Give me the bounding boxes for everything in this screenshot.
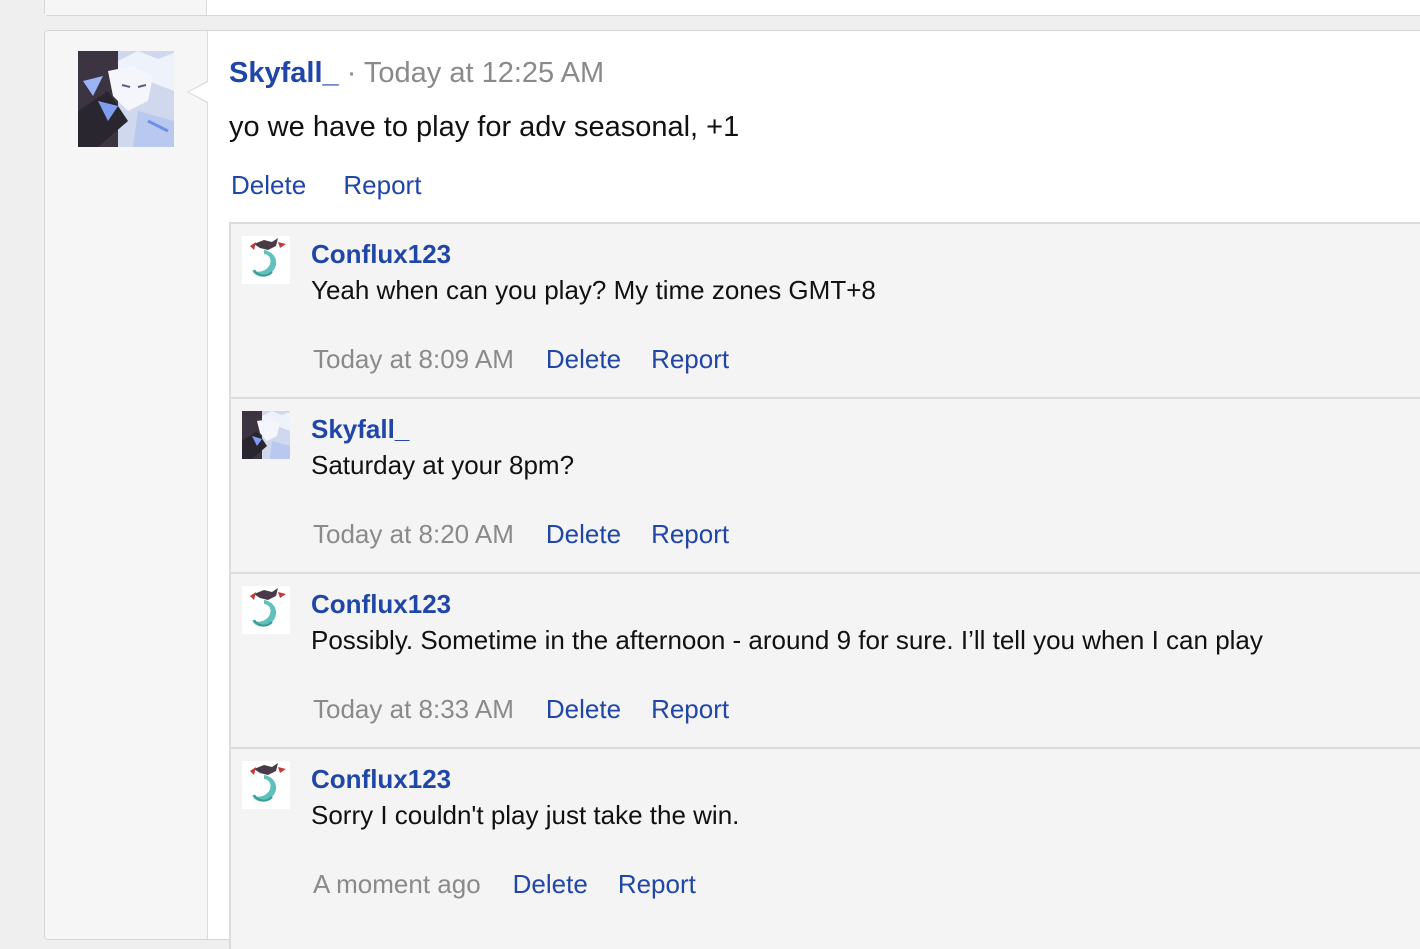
comment-item: Conflux123 Yeah when can you play? My ti… [231,224,1420,399]
comment-delete-link[interactable]: Delete [513,869,588,899]
previous-post-card [44,0,1420,16]
comment-report-link[interactable]: Report [651,519,729,549]
comment-item: Conflux123 Possibly. Sometime in the aft… [231,574,1420,749]
comment-meta: Today at 8:33 AM Delete Report [313,693,729,725]
comment-report-link[interactable]: Report [618,869,696,899]
comment-meta: Today at 8:09 AM Delete Report [313,343,729,375]
comment-author-link[interactable]: Conflux123 [311,588,451,620]
comment-delete-link[interactable]: Delete [546,344,621,374]
mermaid-avatar-icon[interactable] [242,586,290,634]
speech-arrow-fill [189,82,208,102]
comment-timestamp[interactable]: Today at 8:09 AM [313,344,514,374]
anime-avatar-icon[interactable] [242,411,290,459]
header-separator: · [346,57,357,89]
comment-item: Conflux123 Sorry I couldn't play just ta… [231,749,1420,949]
comment-delete-link[interactable]: Delete [546,519,621,549]
post-actions: Delete Report [231,169,421,201]
comment-report-link[interactable]: Report [651,694,729,724]
post-delete-link[interactable]: Delete [231,170,306,200]
comment-meta: Today at 8:20 AM Delete Report [313,518,729,550]
mermaid-avatar-icon[interactable] [242,236,290,284]
comment-author-link[interactable]: Conflux123 [311,763,451,795]
mermaid-avatar-icon[interactable] [242,761,290,809]
profile-post: Skyfall_ · Today at 12:25 AM yo we have … [44,30,1420,949]
comment-delete-link[interactable]: Delete [546,694,621,724]
post-author-sidebar [45,31,208,939]
comment-author-link[interactable]: Conflux123 [311,238,451,270]
comment-text: Yeah when can you play? My time zones GM… [311,275,876,305]
comment-author-link[interactable]: Skyfall_ [311,413,409,445]
comment-meta: A moment ago Delete Report [313,868,696,900]
comment-list: Conflux123 Yeah when can you play? My ti… [229,222,1420,949]
skyfall-avatar-icon[interactable] [78,51,174,147]
comment-text: Sorry I couldn't play just take the win. [311,800,740,830]
post-header: Skyfall_ · Today at 12:25 AM [229,55,604,91]
post-author-link[interactable]: Skyfall_ [229,57,339,89]
comment-item: Skyfall_ Saturday at your 8pm? Today at … [231,399,1420,574]
previous-post-sidebar [45,0,207,15]
comment-text: Saturday at your 8pm? [311,450,575,480]
comment-report-link[interactable]: Report [651,344,729,374]
post-message: yo we have to play for adv seasonal, +1 [229,111,740,143]
post-report-link[interactable]: Report [343,170,421,200]
post-timestamp[interactable]: Today at 12:25 AM [364,57,604,89]
comment-timestamp[interactable]: A moment ago [313,869,481,899]
comment-timestamp[interactable]: Today at 8:33 AM [313,694,514,724]
comment-timestamp[interactable]: Today at 8:20 AM [313,519,514,549]
comment-text: Possibly. Sometime in the afternoon - ar… [311,625,1263,655]
